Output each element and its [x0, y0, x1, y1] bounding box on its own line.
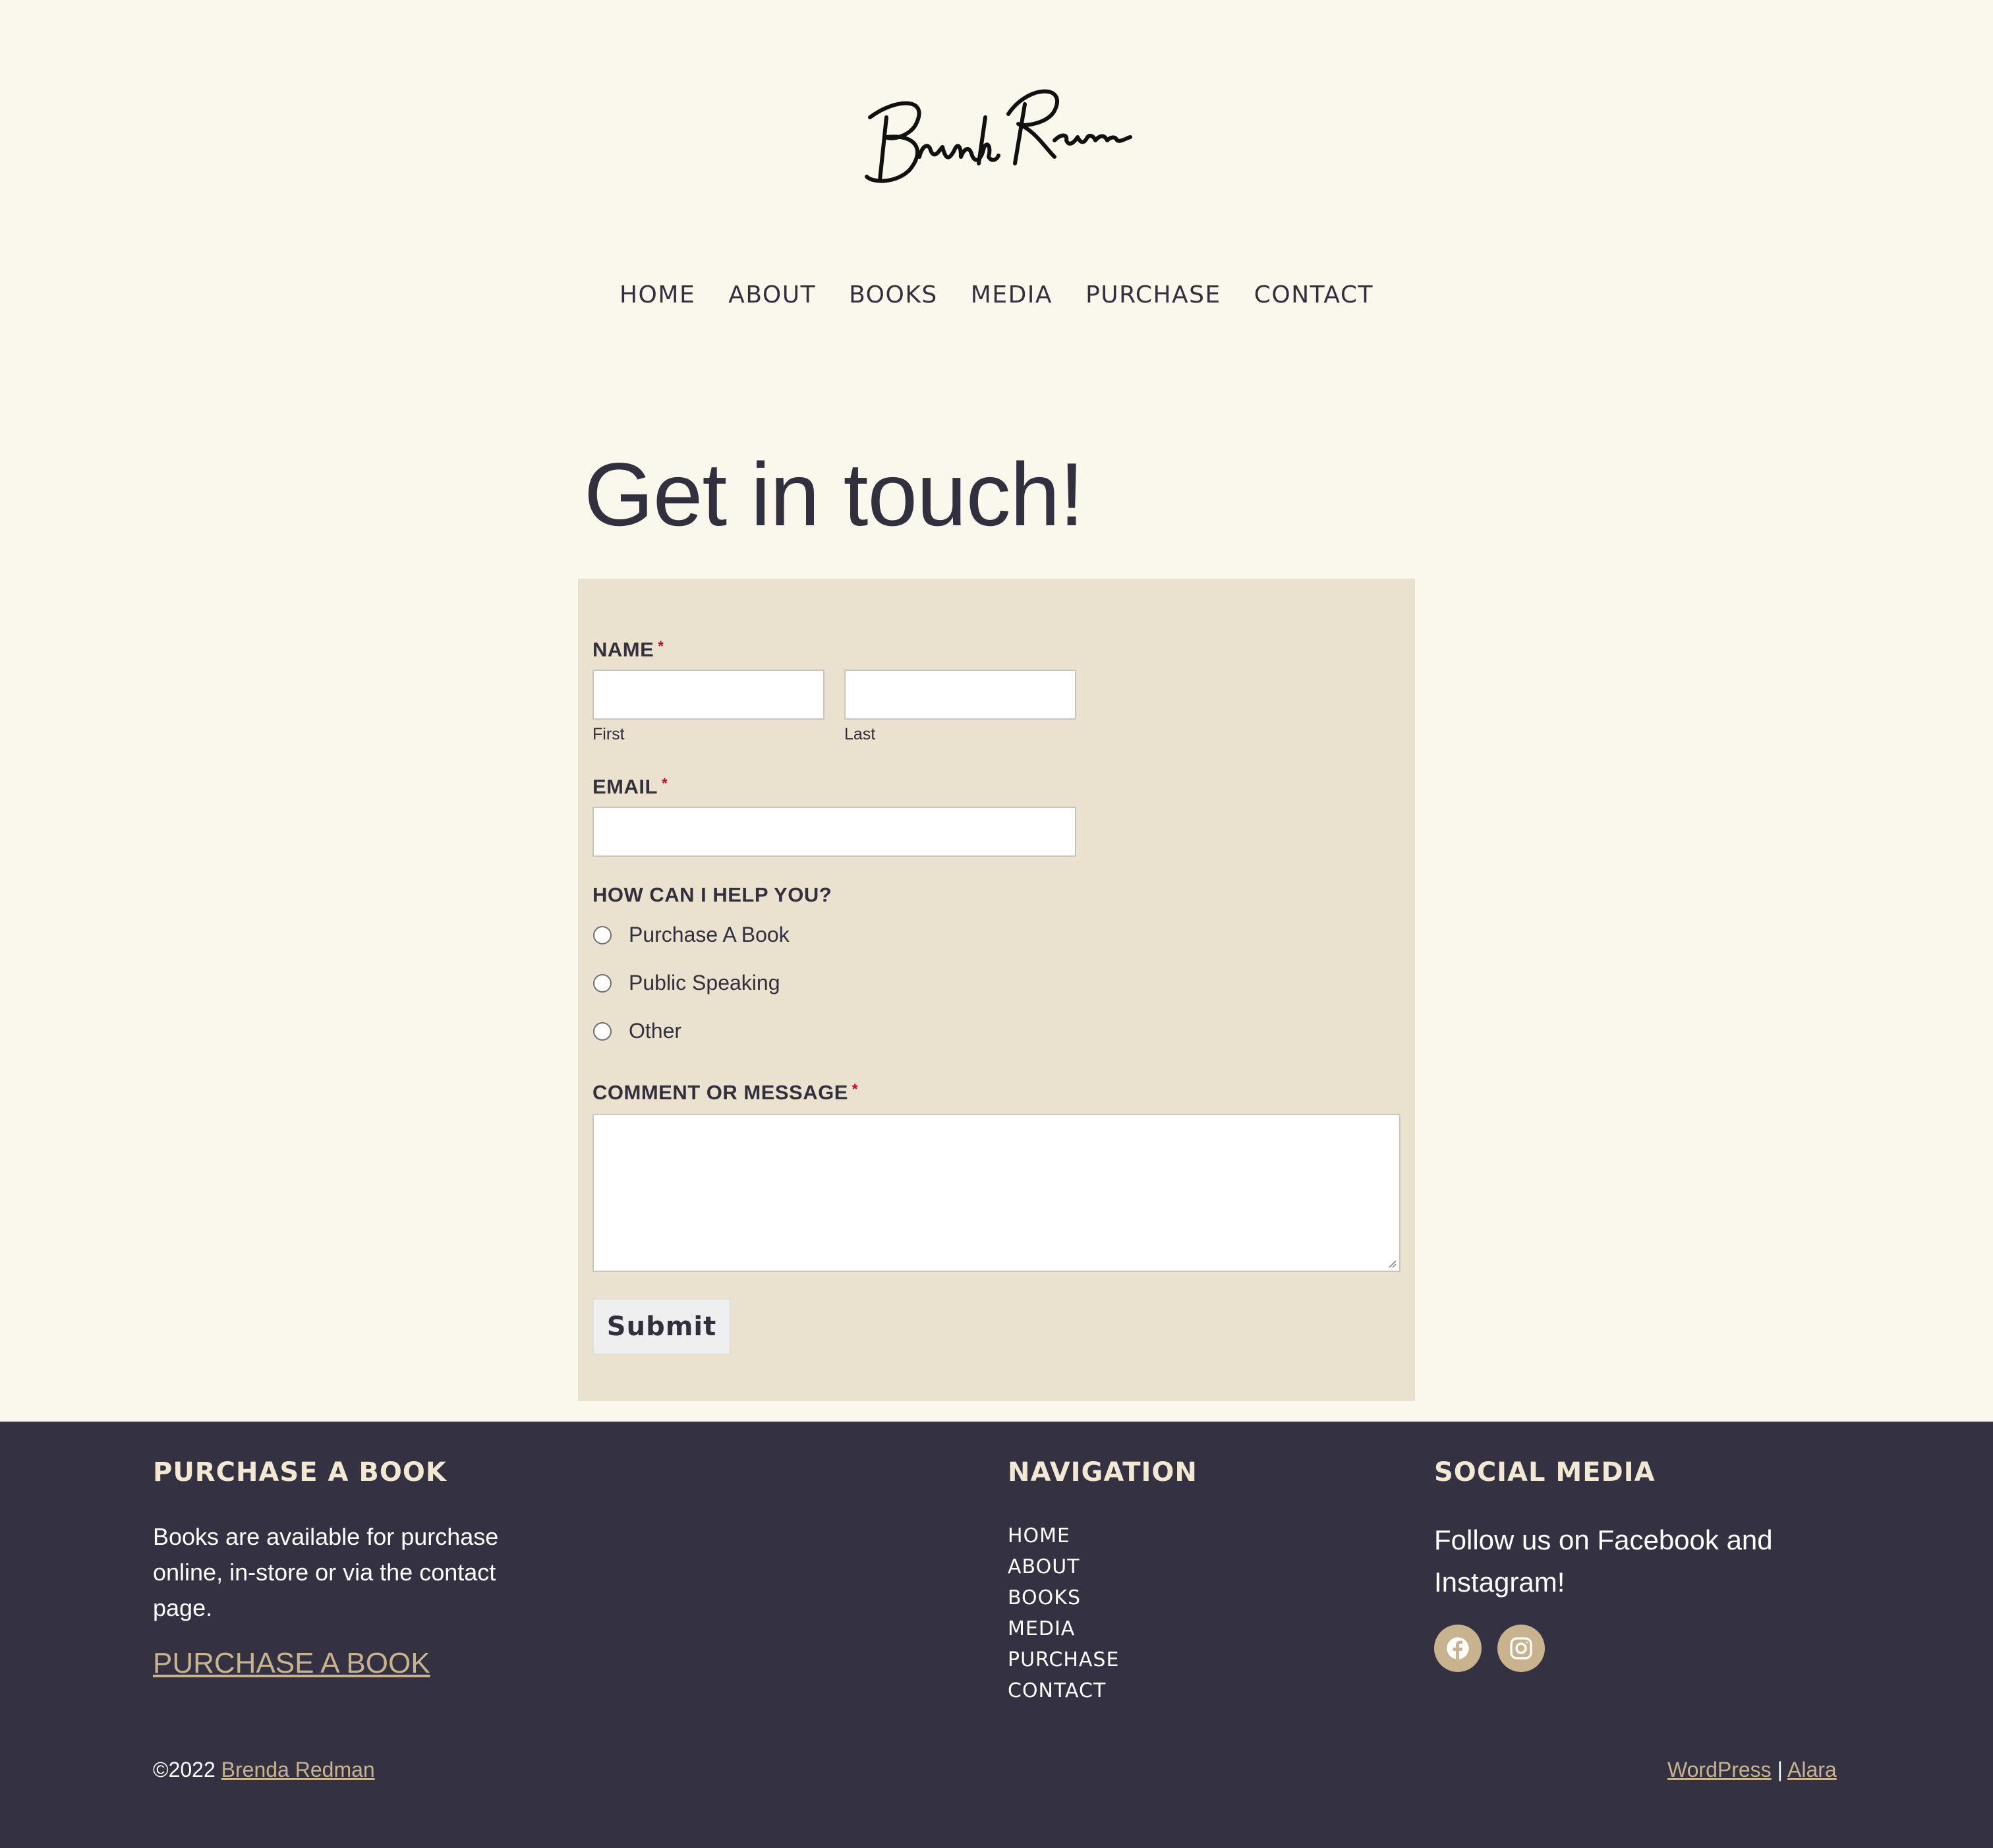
radio-button[interactable]	[593, 1022, 612, 1041]
wordpress-link[interactable]: WordPress	[1667, 1758, 1772, 1781]
help-label: HOW CAN I HELP YOU?	[592, 883, 832, 906]
nav-contact[interactable]: CONTACT	[1254, 277, 1373, 314]
footer-nav-contact[interactable]: CONTACT	[1008, 1675, 1119, 1706]
instagram-icon	[1510, 1637, 1532, 1660]
submit-button[interactable]: Submit	[592, 1298, 731, 1355]
required-mark: *	[852, 1081, 858, 1097]
radio-button[interactable]	[593, 973, 612, 993]
required-mark: *	[658, 638, 664, 654]
message-label: COMMENT OR MESSAGE *	[592, 1081, 858, 1104]
last-name-input[interactable]	[844, 670, 1076, 720]
footer-nav-purchase[interactable]: PURCHASE	[1008, 1644, 1119, 1675]
main-nav: HOME ABOUT BOOKS MEDIA PURCHASE CONTACT	[0, 277, 1993, 314]
footer-nav-about[interactable]: ABOUT	[1008, 1551, 1119, 1582]
radio-option-other[interactable]: Other	[593, 1019, 681, 1043]
site-footer: PURCHASE A BOOK Books are available for …	[0, 1422, 1993, 1848]
theme-link[interactable]: Alara	[1787, 1758, 1837, 1781]
copyright-author-link[interactable]: Brenda Redman	[221, 1758, 375, 1781]
email-label: EMAIL *	[592, 775, 668, 798]
facebook-icon[interactable]	[1434, 1625, 1482, 1672]
nav-home[interactable]: HOME	[620, 277, 695, 314]
social-links	[1434, 1625, 1545, 1672]
site-logo[interactable]	[857, 78, 1134, 190]
name-label: NAME *	[592, 638, 664, 661]
footer-navigation-heading: NAVIGATION	[1008, 1457, 1198, 1487]
required-mark: *	[661, 775, 668, 792]
radio-label: Purchase A Book	[629, 923, 790, 946]
radio-button[interactable]	[593, 925, 612, 944]
footer-purchase-link[interactable]: PURCHASE A BOOK	[153, 1647, 430, 1680]
message-textarea[interactable]	[592, 1114, 1401, 1272]
nav-about[interactable]: ABOUT	[728, 277, 816, 314]
radio-option-speaking[interactable]: Public Speaking	[593, 971, 780, 995]
contact-form: NAME * First Last EMAIL * HOW CAN I HELP Y…	[578, 579, 1415, 1401]
nav-media[interactable]: MEDIA	[971, 277, 1053, 314]
nav-books[interactable]: BOOKS	[849, 277, 938, 314]
footer-nav-books[interactable]: BOOKS	[1008, 1582, 1119, 1613]
copyright: ©2022 Brenda Redman	[153, 1758, 375, 1781]
email-input[interactable]	[592, 807, 1076, 857]
radio-option-purchase[interactable]: Purchase A Book	[593, 923, 790, 947]
footer-nav-media[interactable]: MEDIA	[1008, 1613, 1119, 1644]
instagram-icon[interactable]	[1497, 1625, 1545, 1672]
credits: WordPress | Alara	[1667, 1758, 1837, 1782]
page-title: Get in touch!	[584, 444, 1084, 544]
facebook-icon	[1447, 1637, 1469, 1660]
last-sublabel: Last	[844, 725, 876, 743]
footer-nav: HOME ABOUT BOOKS MEDIA PURCHASE CONTACT	[1008, 1520, 1119, 1706]
nav-purchase[interactable]: PURCHASE	[1085, 277, 1221, 314]
footer-purchase-text: Books are available for purchase online,…	[153, 1523, 499, 1621]
footer-nav-home[interactable]: HOME	[1008, 1520, 1119, 1551]
resize-handle-icon[interactable]	[1386, 1257, 1397, 1268]
footer-purchase-heading: PURCHASE A BOOK	[153, 1457, 447, 1487]
footer-social-heading: SOCIAL MEDIA	[1434, 1457, 1656, 1487]
first-name-input[interactable]	[592, 670, 824, 720]
radio-label: Other	[629, 1019, 682, 1043]
radio-label: Public Speaking	[629, 971, 780, 995]
credits-separator: |	[1777, 1758, 1783, 1781]
footer-social-text: Follow us on Facebook and Instagram!	[1434, 1524, 1773, 1598]
first-sublabel: First	[592, 725, 625, 743]
